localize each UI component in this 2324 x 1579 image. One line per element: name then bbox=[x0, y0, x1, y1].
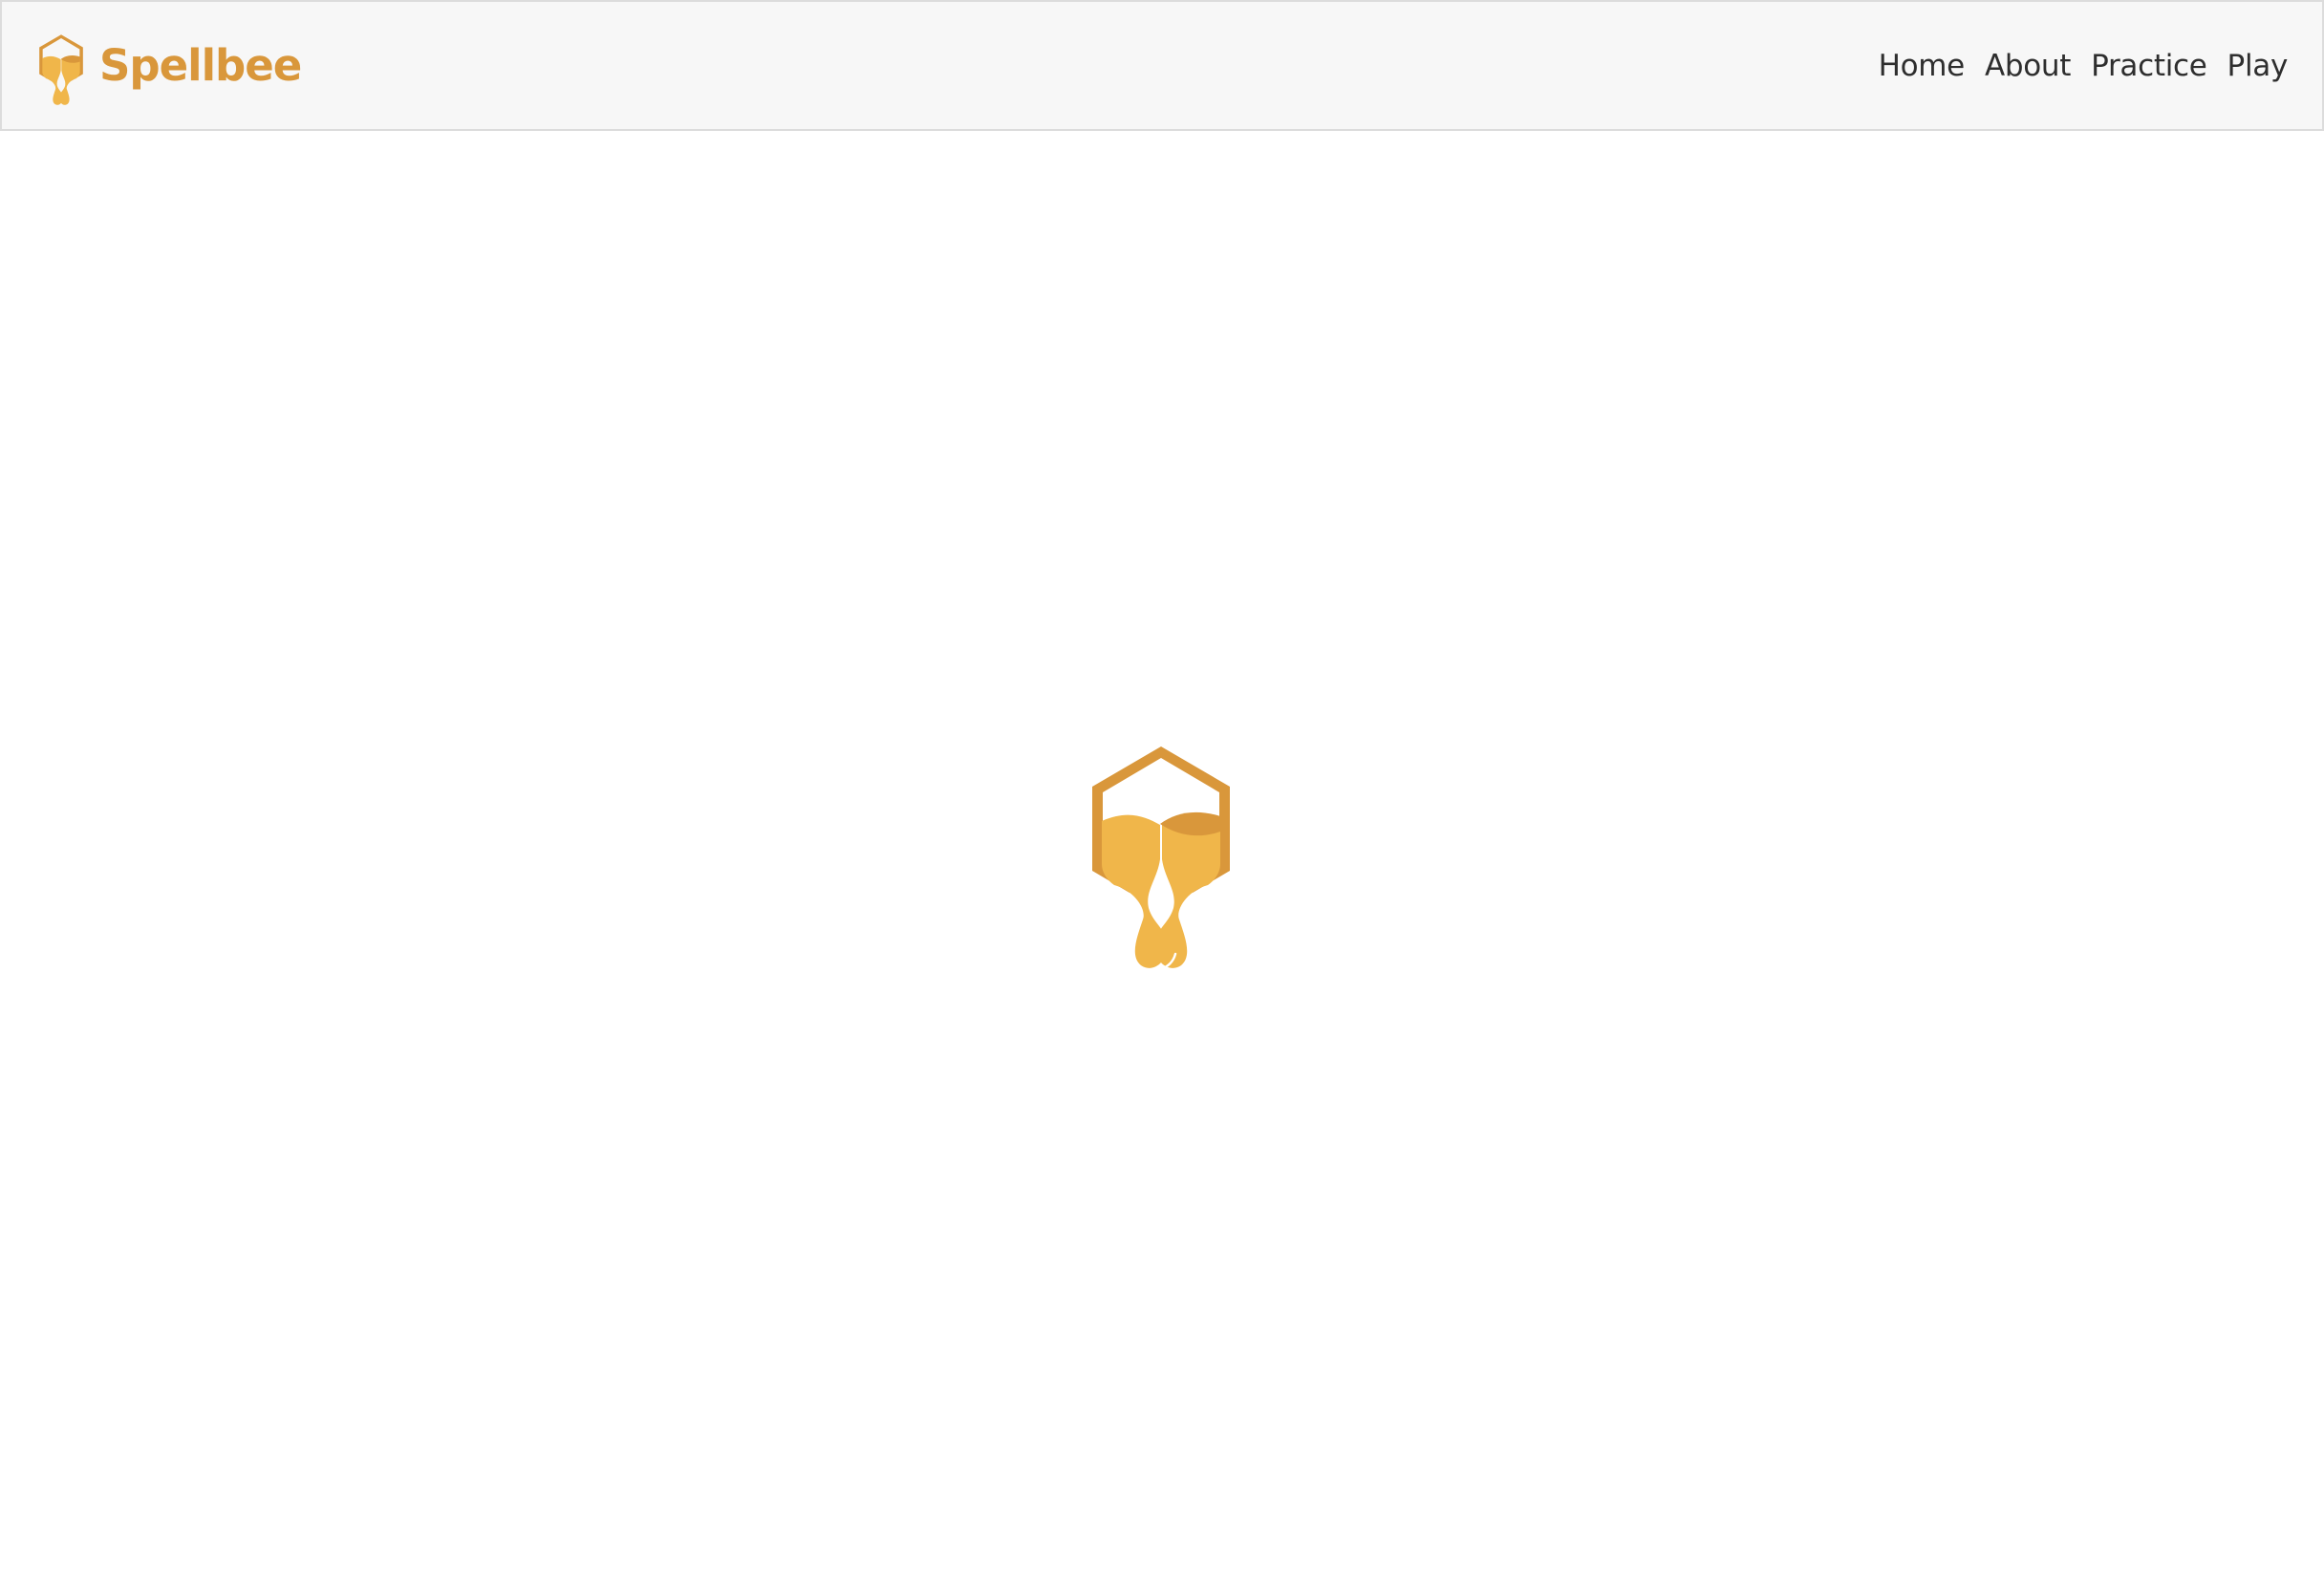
nav-link-play[interactable]: Play bbox=[2227, 49, 2289, 83]
main-nav: Home About Practice Play bbox=[1879, 49, 2289, 83]
brand-name: Spellbee bbox=[99, 40, 302, 91]
nav-link-home[interactable]: Home bbox=[1879, 49, 1966, 83]
top-navbar: Spellbee Home About Practice Play bbox=[0, 0, 2324, 131]
nav-link-practice[interactable]: Practice bbox=[2091, 49, 2207, 83]
brand-home-link[interactable]: Spellbee bbox=[34, 25, 302, 107]
honeycomb-logo-icon bbox=[34, 32, 88, 107]
loading-honeycomb-icon bbox=[1080, 740, 1242, 975]
nav-link-about[interactable]: About bbox=[1985, 49, 2071, 83]
